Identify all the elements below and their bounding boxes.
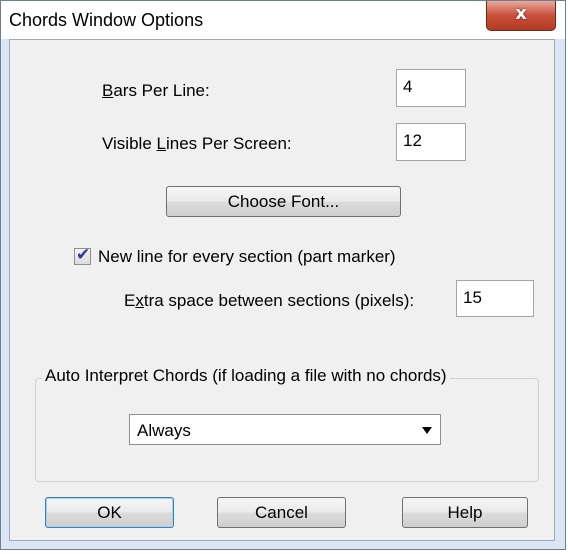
extra-space-input[interactable]: 15	[456, 280, 534, 317]
close-icon: x	[515, 3, 527, 24]
choose-font-button[interactable]: Choose Font...	[166, 186, 401, 217]
visible-lines-input[interactable]: 12	[396, 123, 466, 161]
bars-per-line-input[interactable]: 4	[396, 69, 466, 107]
checkmark-icon: ✔	[76, 245, 91, 265]
help-button[interactable]: Help	[402, 497, 528, 528]
auto-interpret-dropdown[interactable]: Always	[129, 414, 441, 445]
ok-button[interactable]: OK	[45, 497, 174, 528]
dialog-title: Chords Window Options	[9, 10, 204, 30]
close-button[interactable]: x	[486, 1, 556, 31]
extra-space-label: Extra space between sections (pixels):	[124, 291, 415, 310]
new-line-label: New line for every section (part marker)	[98, 247, 396, 266]
bars-per-line-label: Bars Per Line:	[102, 81, 210, 100]
auto-interpret-selected: Always	[137, 421, 191, 440]
visible-lines-label: Visible Lines Per Screen:	[102, 134, 292, 153]
dialog-client-area: Bars Per Line: 4 Visible Lines Per Scree…	[9, 39, 555, 541]
cancel-button[interactable]: Cancel	[217, 497, 346, 528]
title-bar[interactable]: Chords Window Options x	[1, 1, 565, 39]
chevron-down-icon	[422, 427, 432, 434]
new-line-checkbox[interactable]: ✔	[74, 245, 91, 265]
auto-interpret-legend: Auto Interpret Chords (if loading a file…	[42, 366, 450, 386]
dialog-window: Chords Window Options x Bars Per Line: 4…	[0, 0, 566, 550]
